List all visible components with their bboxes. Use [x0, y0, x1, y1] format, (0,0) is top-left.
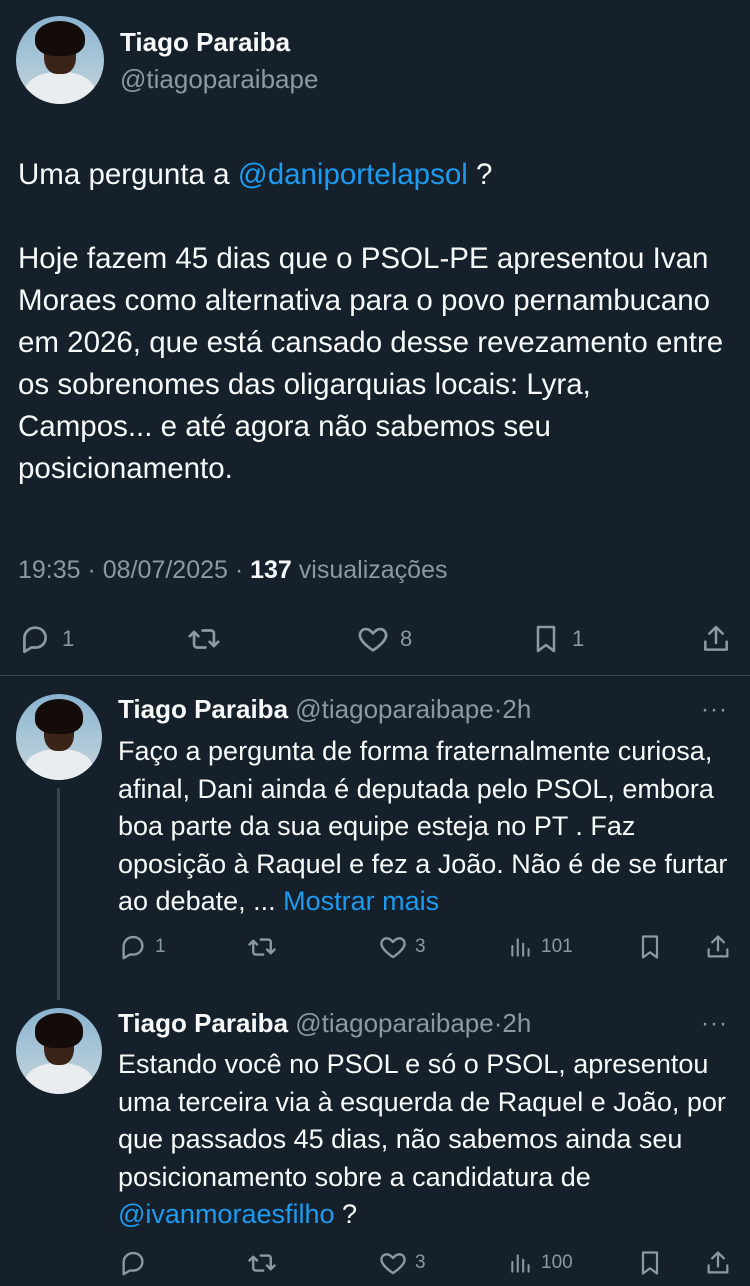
- bookmark-icon: [641, 1251, 659, 1275]
- views-button[interactable]: 100: [508, 1248, 573, 1278]
- like-count: 3: [415, 1252, 426, 1273]
- reply-author-handle[interactable]: @tiagoparaibape: [295, 1008, 493, 1038]
- retweet-button[interactable]: [246, 1248, 278, 1278]
- reply-button[interactable]: 1: [18, 622, 74, 656]
- reply-button[interactable]: 1: [118, 932, 166, 962]
- reply-header: Tiago Paraiba @tiagoparaibape·2h: [118, 1008, 531, 1039]
- tweet-time[interactable]: 19:35: [18, 556, 81, 584]
- reply-actions: 1 3 101: [0, 930, 750, 970]
- reply-button[interactable]: [118, 1248, 155, 1278]
- bookmark-icon: [536, 625, 556, 653]
- views-icon: [511, 1254, 530, 1273]
- tweet-actions: 1 8 1: [0, 614, 750, 662]
- tweet-meta: 19:35 · 08/07/2025 · 137 visualizações: [18, 556, 448, 584]
- reply-avatar[interactable]: [16, 1008, 102, 1094]
- reply-count: 1: [155, 936, 166, 957]
- share-icon: [704, 625, 728, 651]
- share-button[interactable]: [700, 622, 732, 656]
- reply-avatar[interactable]: [16, 694, 102, 780]
- tweet-date[interactable]: 08/07/2025: [103, 556, 228, 584]
- bookmark-button[interactable]: [636, 932, 664, 962]
- retweet-icon: [248, 938, 276, 956]
- share-button[interactable]: [704, 1248, 732, 1278]
- like-count: 8: [400, 626, 413, 651]
- like-button[interactable]: 3: [378, 932, 426, 962]
- like-button[interactable]: 3: [378, 1248, 426, 1278]
- reply-author-handle[interactable]: @tiagoparaibape: [295, 694, 493, 724]
- views-count: 101: [541, 936, 573, 957]
- bookmark-count: 1: [572, 626, 585, 651]
- bookmark-button[interactable]: 1: [530, 622, 584, 656]
- retweet-button[interactable]: [246, 932, 278, 962]
- views-icon: [511, 938, 530, 957]
- reply-icon: [122, 935, 144, 960]
- retweet-icon: [248, 1254, 276, 1272]
- divider: [0, 675, 750, 676]
- like-icon: [380, 937, 406, 959]
- reply-header: Tiago Paraiba @tiagoparaibape·2h: [118, 694, 531, 725]
- reply-age: ·2h: [493, 1008, 532, 1038]
- retweet-button[interactable]: [186, 622, 232, 656]
- share-icon: [707, 1251, 729, 1274]
- views-count: 137: [250, 556, 292, 584]
- reply-age: ·2h: [493, 694, 532, 724]
- bookmark-button[interactable]: [636, 1248, 664, 1278]
- share-icon: [707, 935, 729, 958]
- author-avatar[interactable]: [16, 16, 104, 104]
- tweet-paragraph: Hoje fazem 45 dias que o PSOL-PE apresen…: [18, 242, 724, 485]
- more-icon[interactable]: ···: [701, 1010, 728, 1038]
- tweet-question: Uma pergunta a @daniportelapsol ?: [18, 158, 493, 191]
- reply-icon: [122, 1251, 144, 1276]
- reply-actions: 3 100: [0, 1246, 750, 1286]
- like-button[interactable]: 8: [356, 622, 412, 656]
- reply-author-name[interactable]: Tiago Paraiba: [118, 694, 288, 724]
- like-icon: [380, 1253, 406, 1275]
- views-count: 100: [541, 1252, 573, 1273]
- mention-link[interactable]: @daniportelapsol: [238, 158, 468, 191]
- share-button[interactable]: [704, 932, 732, 962]
- reply-text: Estando você no PSOL e só o PSOL, aprese…: [118, 1049, 726, 1229]
- show-more-link[interactable]: Mostrar mais: [283, 886, 439, 916]
- reply-count: 1: [62, 626, 75, 651]
- more-icon[interactable]: ···: [701, 696, 728, 724]
- views-label: visualizações: [298, 556, 448, 584]
- reply-icon: [23, 626, 47, 654]
- views-button[interactable]: 101: [508, 932, 573, 962]
- author-handle[interactable]: @tiagoparaibape: [120, 64, 318, 95]
- reply-text: Faço a pergunta de forma fraternalmente …: [118, 736, 728, 916]
- mention-link[interactable]: @ivanmoraesfilho: [118, 1199, 335, 1229]
- tweet-text: Uma pergunta a @daniportelapsol ? Hoje f…: [18, 154, 732, 490]
- bookmark-icon: [641, 935, 659, 959]
- retweet-icon: [188, 629, 220, 649]
- like-icon: [358, 627, 388, 652]
- author-name[interactable]: Tiago Paraiba: [120, 27, 290, 58]
- reply-author-name[interactable]: Tiago Paraiba: [118, 1008, 288, 1038]
- like-count: 3: [415, 936, 426, 957]
- tweet-thread-page: Tiago Paraiba @tiagoparaibape Uma pergun…: [0, 0, 750, 1286]
